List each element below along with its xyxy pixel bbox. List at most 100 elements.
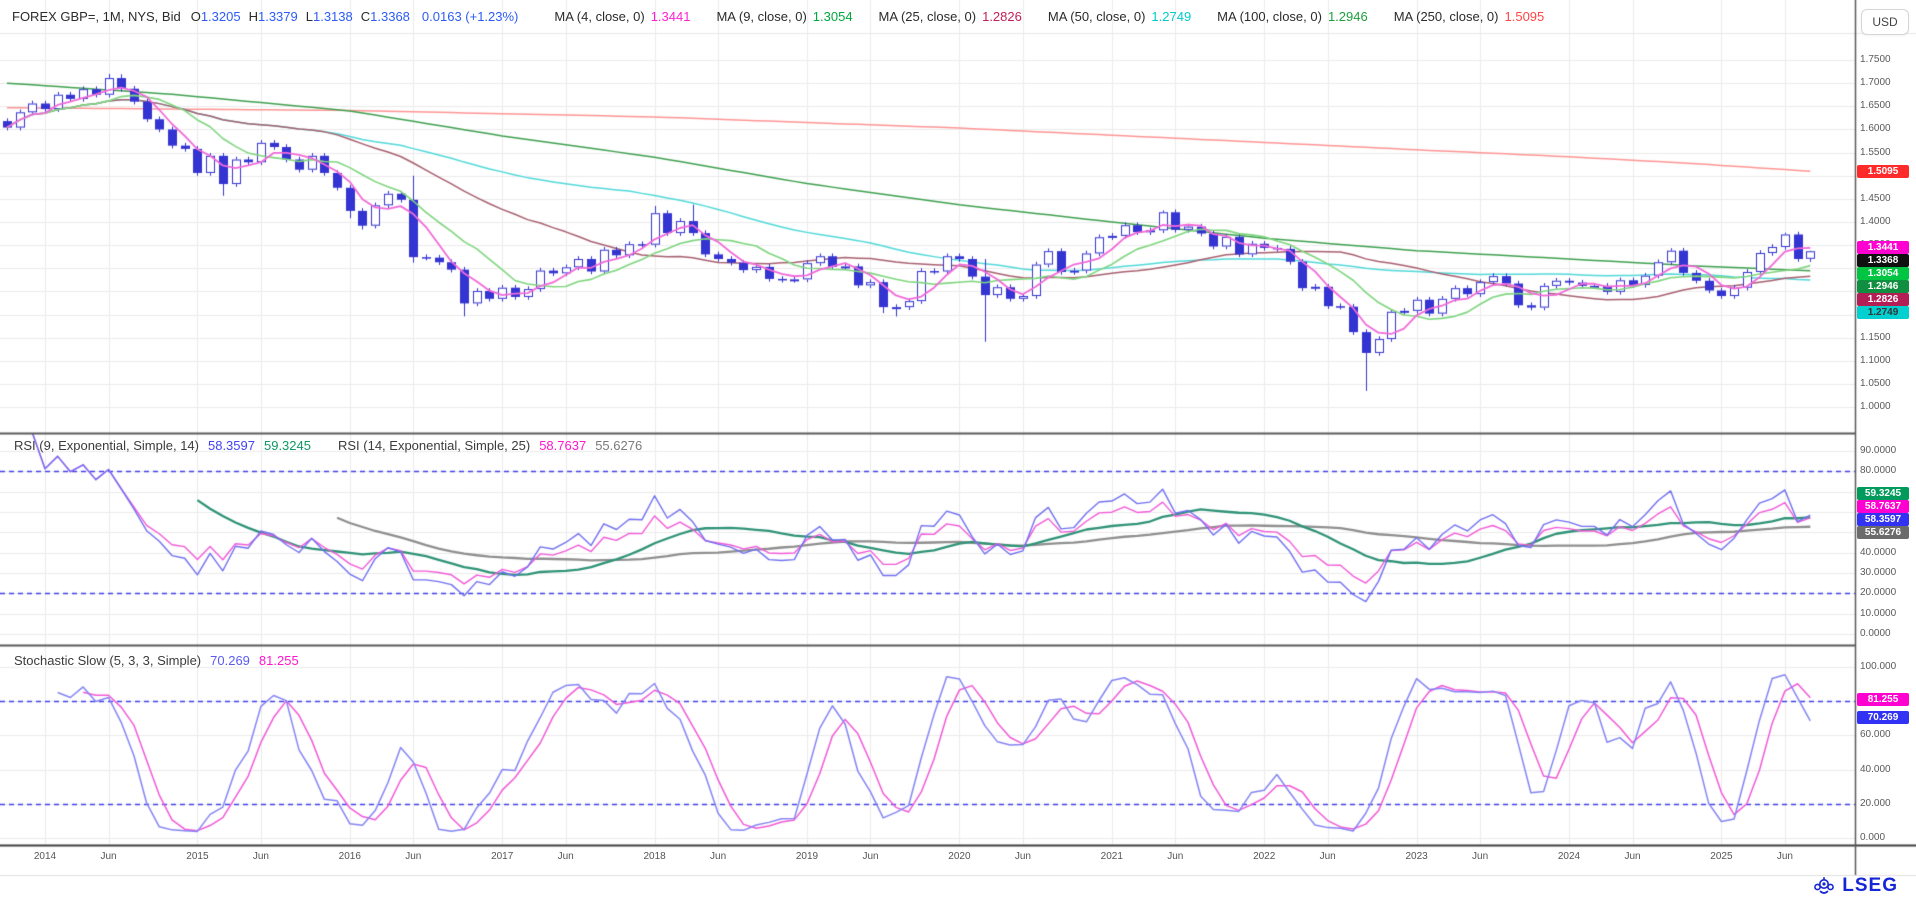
lseg-logo-text: LSEG [1842,875,1898,897]
time-axis-label: 2015 [175,851,219,862]
ohlc-key: O [191,9,201,24]
rsi-axis-tick: 90.0000 [1860,445,1896,456]
price-axis-tick: 1.7000 [1860,77,1891,88]
price-axis-badge: 1.2946 [1857,280,1909,293]
time-axis-label: 2023 [1395,851,1439,862]
price-axis-tick: 1.4000 [1860,216,1891,227]
rsi14-signal-value: 55.6276 [595,438,642,453]
time-axis-label: Jun [1458,851,1502,862]
stoch-axis-tick: 100.000 [1860,661,1896,672]
price-axis-tick: 1.1500 [1860,332,1891,343]
rsi-axis-tick: 80.0000 [1860,465,1896,476]
rsi9-value: 58.3597 [208,438,255,453]
stochastic-indicator-legend[interactable]: Stochastic Slow (5, 3, 3, Simple)70.2698… [14,653,308,668]
price-axis-tick: 1.0500 [1860,378,1891,389]
ohlc-values: O1.3205H1.3379L1.3138C1.33680.0163 (+1.2… [191,9,519,24]
time-axis-label: Jun [1306,851,1350,862]
ma-legend-value: 1.2749 [1151,9,1191,24]
ohlc-value: 1.3368 [370,9,410,24]
ohlc-key: H [249,9,258,24]
time-axis-label: 2016 [328,851,372,862]
time-axis-label: 2024 [1547,851,1591,862]
time-axis-label: 2017 [480,851,524,862]
price-axis-currency-button[interactable]: USD [1861,9,1909,35]
ma-legend-value: 1.3441 [651,9,691,24]
time-axis-label: Jun [391,851,435,862]
stoch-axis-tick: 60.000 [1860,729,1891,740]
ma-legend-value: 1.2826 [982,9,1022,24]
rsi9-signal-value: 59.3245 [264,438,311,453]
lseg-crest-icon [1812,874,1836,898]
ma-legend-label: MA (4, close, 0) [554,9,644,24]
rsi-axis-badge: 58.7637 [1857,500,1909,513]
rsi-axis-badge: 55.6276 [1857,526,1909,539]
time-axis-label: 2018 [633,851,677,862]
rsi-axis-tick: 20.0000 [1860,587,1896,598]
ma-legend-value: 1.3054 [813,9,853,24]
price-axis-badge: 1.2749 [1857,306,1909,319]
time-axis-label: 2022 [1242,851,1286,862]
ohlc-item: O1.3205 [191,9,241,24]
rsi-axis-badge: 59.3245 [1857,487,1909,500]
time-axis-label: Jun [1001,851,1045,862]
ma-legend-item[interactable]: MA (250, close, 0) 1.5095 [1394,9,1545,24]
price-axis-tick: 1.5500 [1860,147,1891,158]
stoch-legend-title: Stochastic Slow (5, 3, 3, Simple) [14,653,201,668]
price-axis-tick: 1.4500 [1860,193,1891,204]
price-axis-badge: 1.3368 [1857,254,1909,267]
stoch-axis-tick: 40.000 [1860,764,1891,775]
rsi-indicator-legend[interactable]: RSI (9, Exponential, Simple, 14) 58.3597 5… [14,438,651,453]
price-axis-tick: 1.7500 [1860,54,1891,65]
ma-legend-label: MA (50, close, 0) [1048,9,1146,24]
ohlc-key: L [306,9,313,24]
ohlc-item: C1.3368 [361,9,410,24]
time-axis-label: Jun [544,851,588,862]
time-axis-label: Jun [1153,851,1197,862]
ohlc-value: 1.3205 [201,9,241,24]
time-axis-label: 2021 [1090,851,1134,862]
ma-legend-label: MA (250, close, 0) [1394,9,1499,24]
rsi14-value: 58.7637 [539,438,586,453]
ma-legend-item[interactable]: MA (25, close, 0) 1.2826 [879,9,1022,24]
rsi-axis-tick: 40.0000 [1860,547,1896,558]
price-axis-tick: 1.6000 [1860,123,1891,134]
price-axis-badge: 1.5095 [1857,165,1909,178]
rsi-axis-badge: 58.3597 [1857,513,1909,526]
price-axis-badge: 1.3054 [1857,267,1909,280]
time-axis-label: 2025 [1699,851,1743,862]
time-axis-label: Jun [849,851,893,862]
ma-legend-item[interactable]: MA (9, close, 0) 1.3054 [716,9,852,24]
ohlc-item: H1.3379 [249,9,298,24]
rsi-axis-tick: 10.0000 [1860,608,1896,619]
ohlc-key: C [361,9,370,24]
rsi-legend-title: RSI (9, Exponential, Simple, 14) [14,438,199,453]
ma-legend-label: MA (25, close, 0) [879,9,977,24]
stoch-k-value: 70.269 [210,653,250,668]
rsi-axis-tick: 30.0000 [1860,567,1896,578]
rsi2-legend-title: RSI (14, Exponential, Simple, 25) [338,438,530,453]
ohlc-item: L1.3138 [306,9,353,24]
price-axis-badge: 1.3441 [1857,241,1909,254]
time-axis-label: Jun [87,851,131,862]
ma-legend-value: 1.5095 [1505,9,1545,24]
rsi-axis-tick: 0.0000 [1860,628,1891,639]
time-axis-label: Jun [1611,851,1655,862]
ma-legend-item[interactable]: MA (50, close, 0) 1.2749 [1048,9,1191,24]
instrument-legend[interactable]: FOREX GBP=, 1M, NYS, Bid [12,9,181,24]
chart-application: FOREX GBP=, 1M, NYS, Bid O1.3205 H1.3379 L… [0,0,1916,905]
chart-legend-bar: FOREX GBP=, 1M, NYS, Bid O1.3205 H1.3379 L… [0,0,1855,33]
price-axis-tick: 1.6500 [1860,100,1891,111]
time-axis-label: 2014 [23,851,67,862]
ma-legend-item[interactable]: MA (100, close, 0) 1.2946 [1217,9,1368,24]
ma-legend-value: 1.2946 [1328,9,1368,24]
price-axis-badge: 1.2826 [1857,293,1909,306]
time-axis-label: Jun [1763,851,1807,862]
ma-legend-group: MA (4, close, 0) 1.3441 MA (9, close, 0) 1.… [528,9,1544,24]
ma-legend-label: MA (100, close, 0) [1217,9,1322,24]
time-axis-label: 2019 [785,851,829,862]
ma-legend-item[interactable]: MA (4, close, 0) 1.3441 [554,9,690,24]
price-axis-tick: 1.0000 [1860,401,1891,412]
lseg-logo: LSEG [1812,874,1898,898]
ma-legend-label: MA (9, close, 0) [716,9,806,24]
stoch-axis-tick: 20.000 [1860,798,1891,809]
